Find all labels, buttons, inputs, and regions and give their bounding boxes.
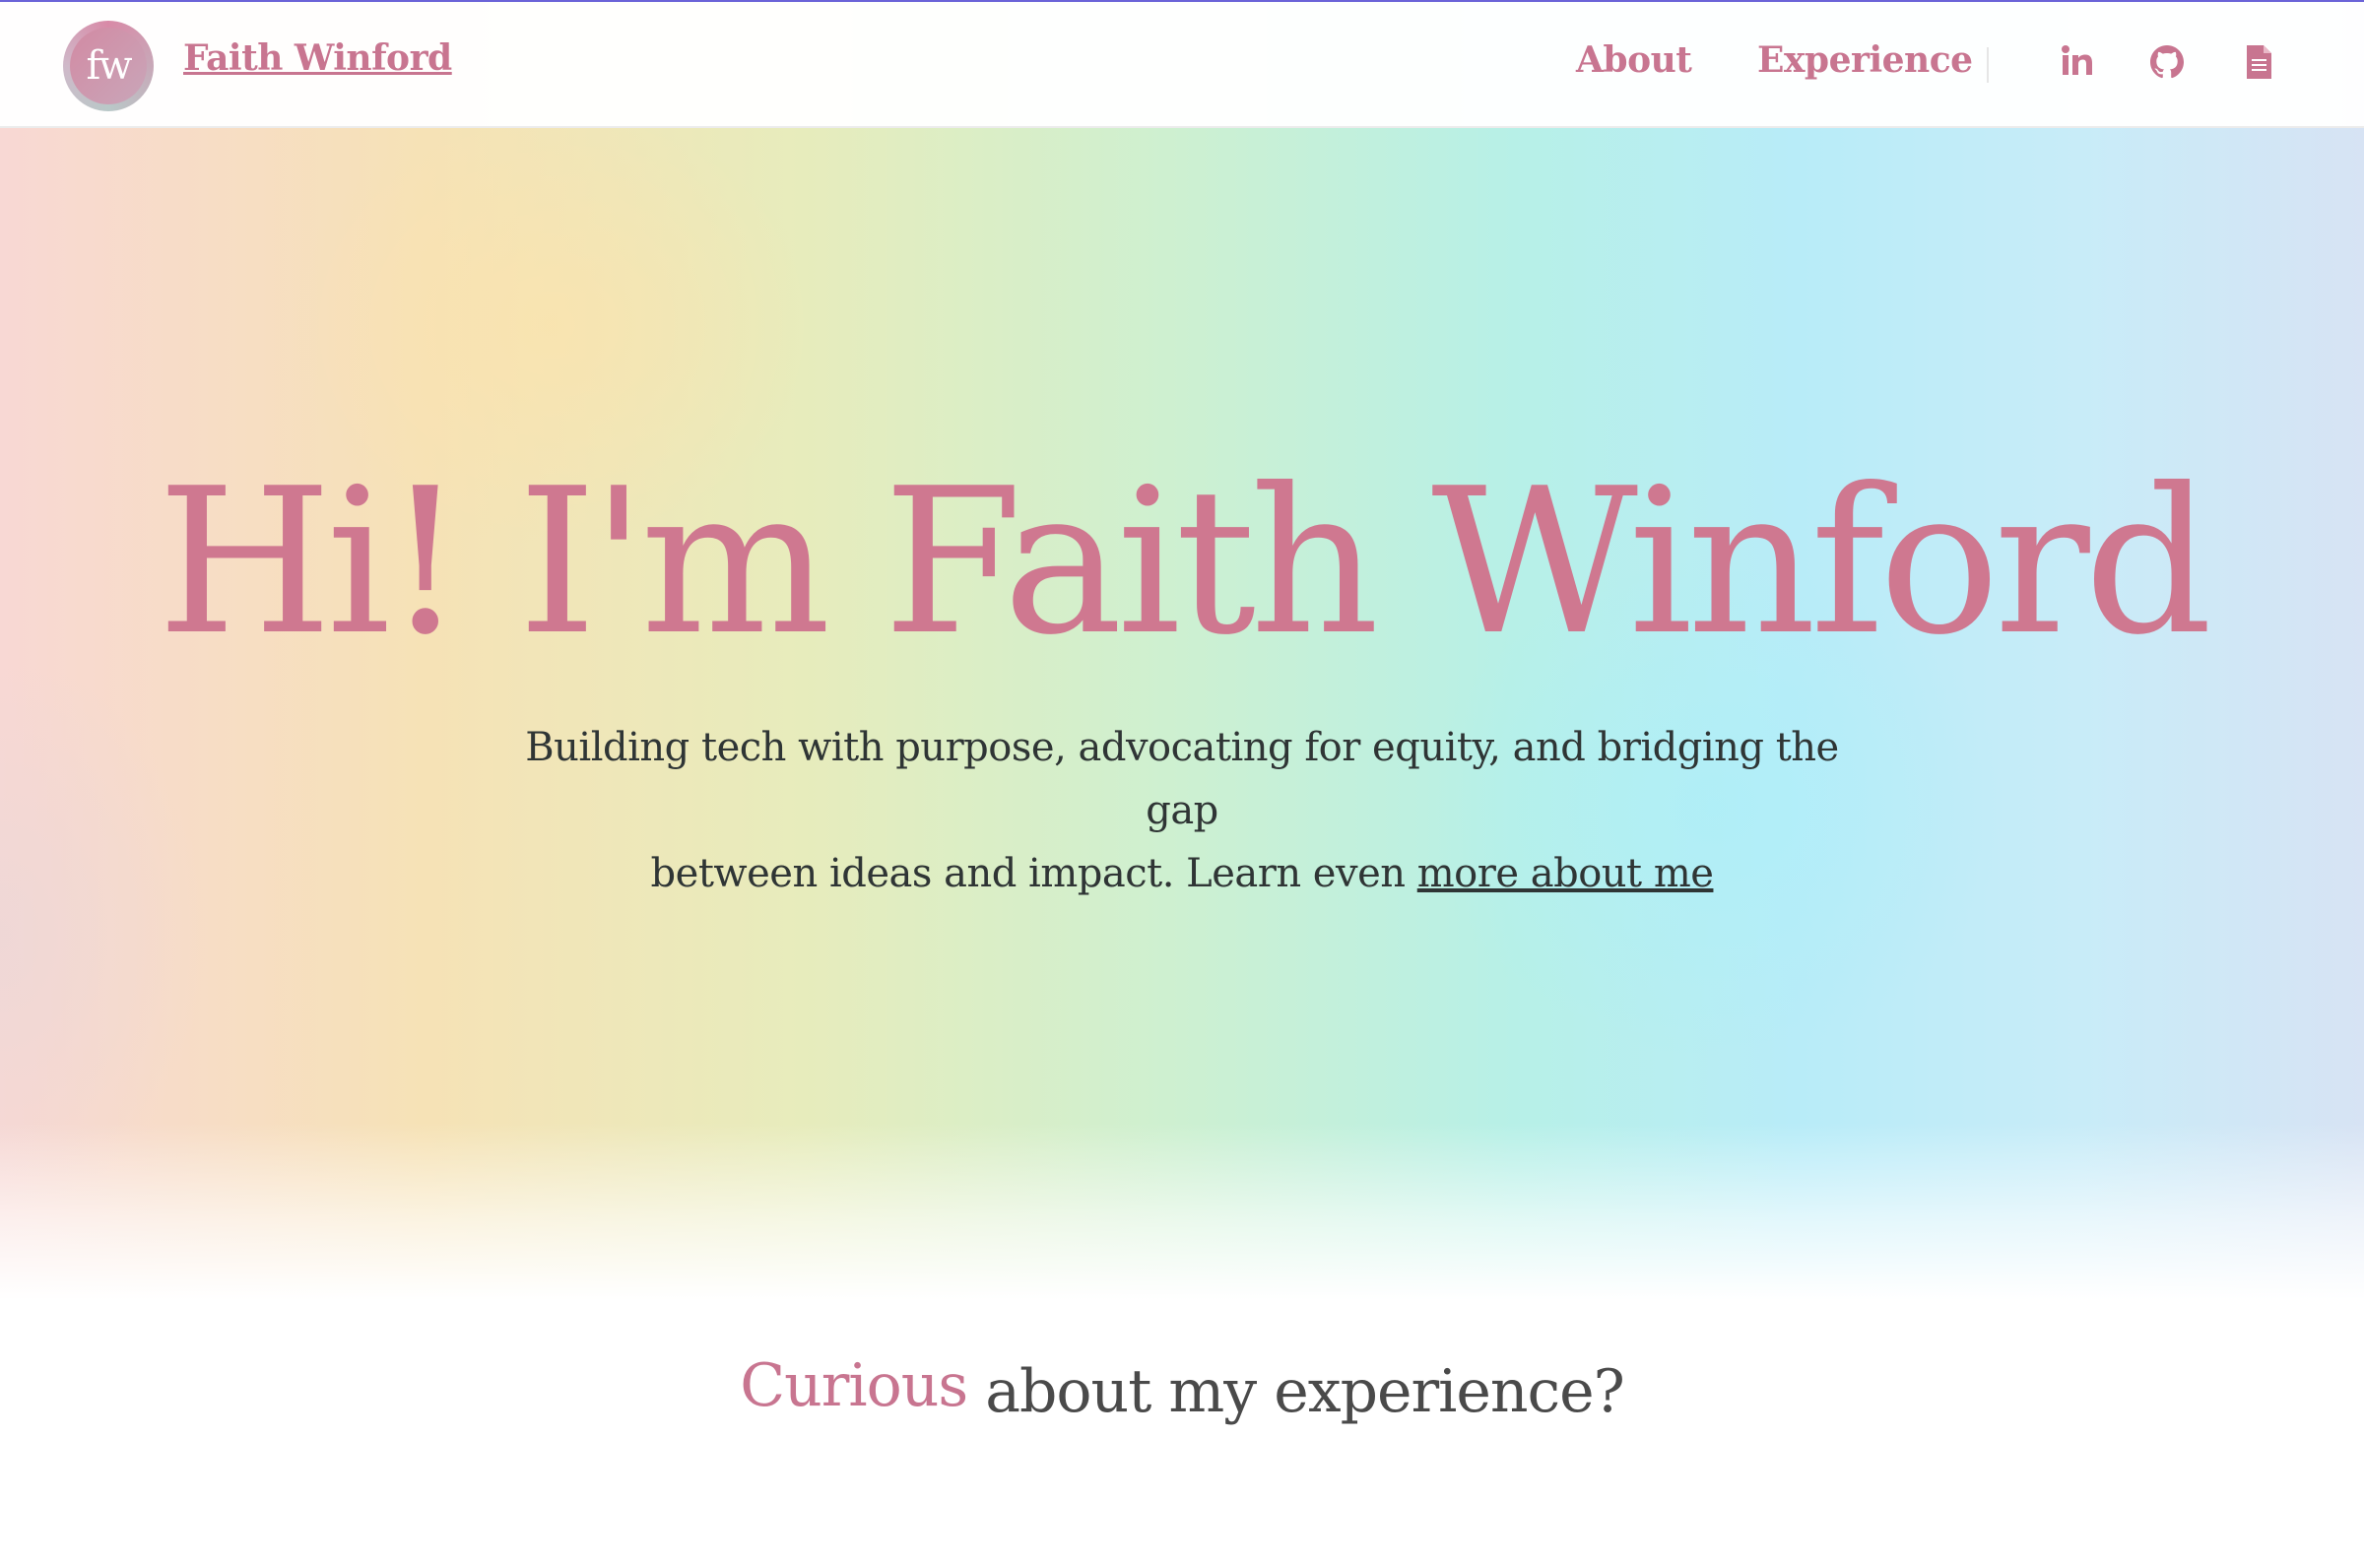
logo-text: fw bbox=[86, 43, 132, 89]
nav-divider bbox=[1987, 47, 1989, 83]
hero-section: Hi! I'm Faith Winford Building tech with… bbox=[0, 0, 2364, 1300]
more-about-me-link[interactable]: more about me bbox=[1417, 851, 1714, 896]
top-accent-line bbox=[0, 0, 2364, 2]
hero-title: Hi! I'm Faith Winford bbox=[157, 446, 2213, 680]
github-icon[interactable] bbox=[2148, 43, 2186, 81]
hero-subtitle: Building tech with purpose, advocating f… bbox=[492, 716, 1872, 905]
hero-subtitle-line2: between ideas and impact. Learn even bbox=[650, 851, 1417, 896]
document-icon[interactable] bbox=[2240, 43, 2277, 81]
navbar: fw Faith Winford About Experience bbox=[0, 2, 2364, 128]
experience-heading-text: about my experience? bbox=[985, 1357, 1625, 1426]
experience-heading-accent: Curious bbox=[740, 1351, 968, 1420]
hero-fade bbox=[0, 1123, 2364, 1300]
linkedin-icon[interactable] bbox=[2059, 43, 2096, 81]
nav-link-about[interactable]: About bbox=[1576, 39, 1692, 81]
brand-name[interactable]: Faith Winford bbox=[183, 37, 452, 79]
hero-subtitle-line1: Building tech with purpose, advocating f… bbox=[525, 725, 1839, 833]
experience-heading: Curious about my experience? bbox=[0, 1351, 2364, 1426]
logo-inner: fw bbox=[70, 28, 147, 104]
logo[interactable]: fw bbox=[63, 21, 154, 111]
nav-link-experience[interactable]: Experience bbox=[1757, 39, 1973, 81]
